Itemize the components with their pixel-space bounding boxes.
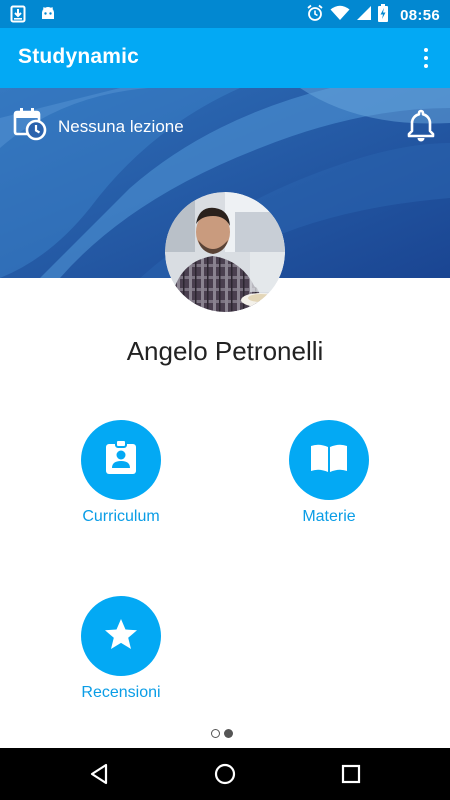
back-icon[interactable] [87,762,111,786]
star-icon [104,618,138,655]
curriculum-label: Curriculum [82,508,160,525]
book-icon [309,443,349,478]
page-dot-1[interactable] [211,729,220,738]
android-notification-icon [40,5,56,28]
user-name: Angelo Petronelli [126,336,324,366]
navigation-bar [0,748,450,800]
page-dot-2[interactable] [224,729,233,738]
profile-photo [165,192,285,312]
wifi-icon [330,5,350,26]
alarm-icon [306,4,324,27]
bell-icon[interactable] [406,108,436,147]
recensioni-circle[interactable] [81,596,161,676]
status-bar: 08:56 [0,0,450,28]
recensioni-label: Recensioni [81,684,161,701]
materie-button[interactable]: Materie [249,420,409,526]
app-title: Studynamic [18,45,140,68]
cell-signal-icon [356,5,372,26]
materie-circle[interactable] [289,420,369,500]
app-bar: Studynamic [0,28,450,88]
lesson-status-row[interactable]: Nessuna lezione [12,106,184,147]
home-icon[interactable] [213,762,237,786]
curriculum-circle[interactable] [81,420,161,500]
avatar[interactable] [165,192,285,312]
download-notification-icon [10,5,26,28]
clipboard-account-icon [104,438,138,481]
page-indicator [211,729,233,738]
recents-icon[interactable] [339,762,363,786]
status-time: 08:56 [400,7,440,24]
materie-label: Materie [302,508,356,525]
overflow-menu-icon[interactable] [414,44,438,72]
battery-charging-icon [378,4,389,27]
recensioni-button[interactable]: Recensioni [41,596,201,702]
curriculum-button[interactable]: Curriculum [41,420,201,526]
lesson-status-text: Nessuna lezione [58,116,184,136]
calendar-clock-icon [12,106,48,147]
